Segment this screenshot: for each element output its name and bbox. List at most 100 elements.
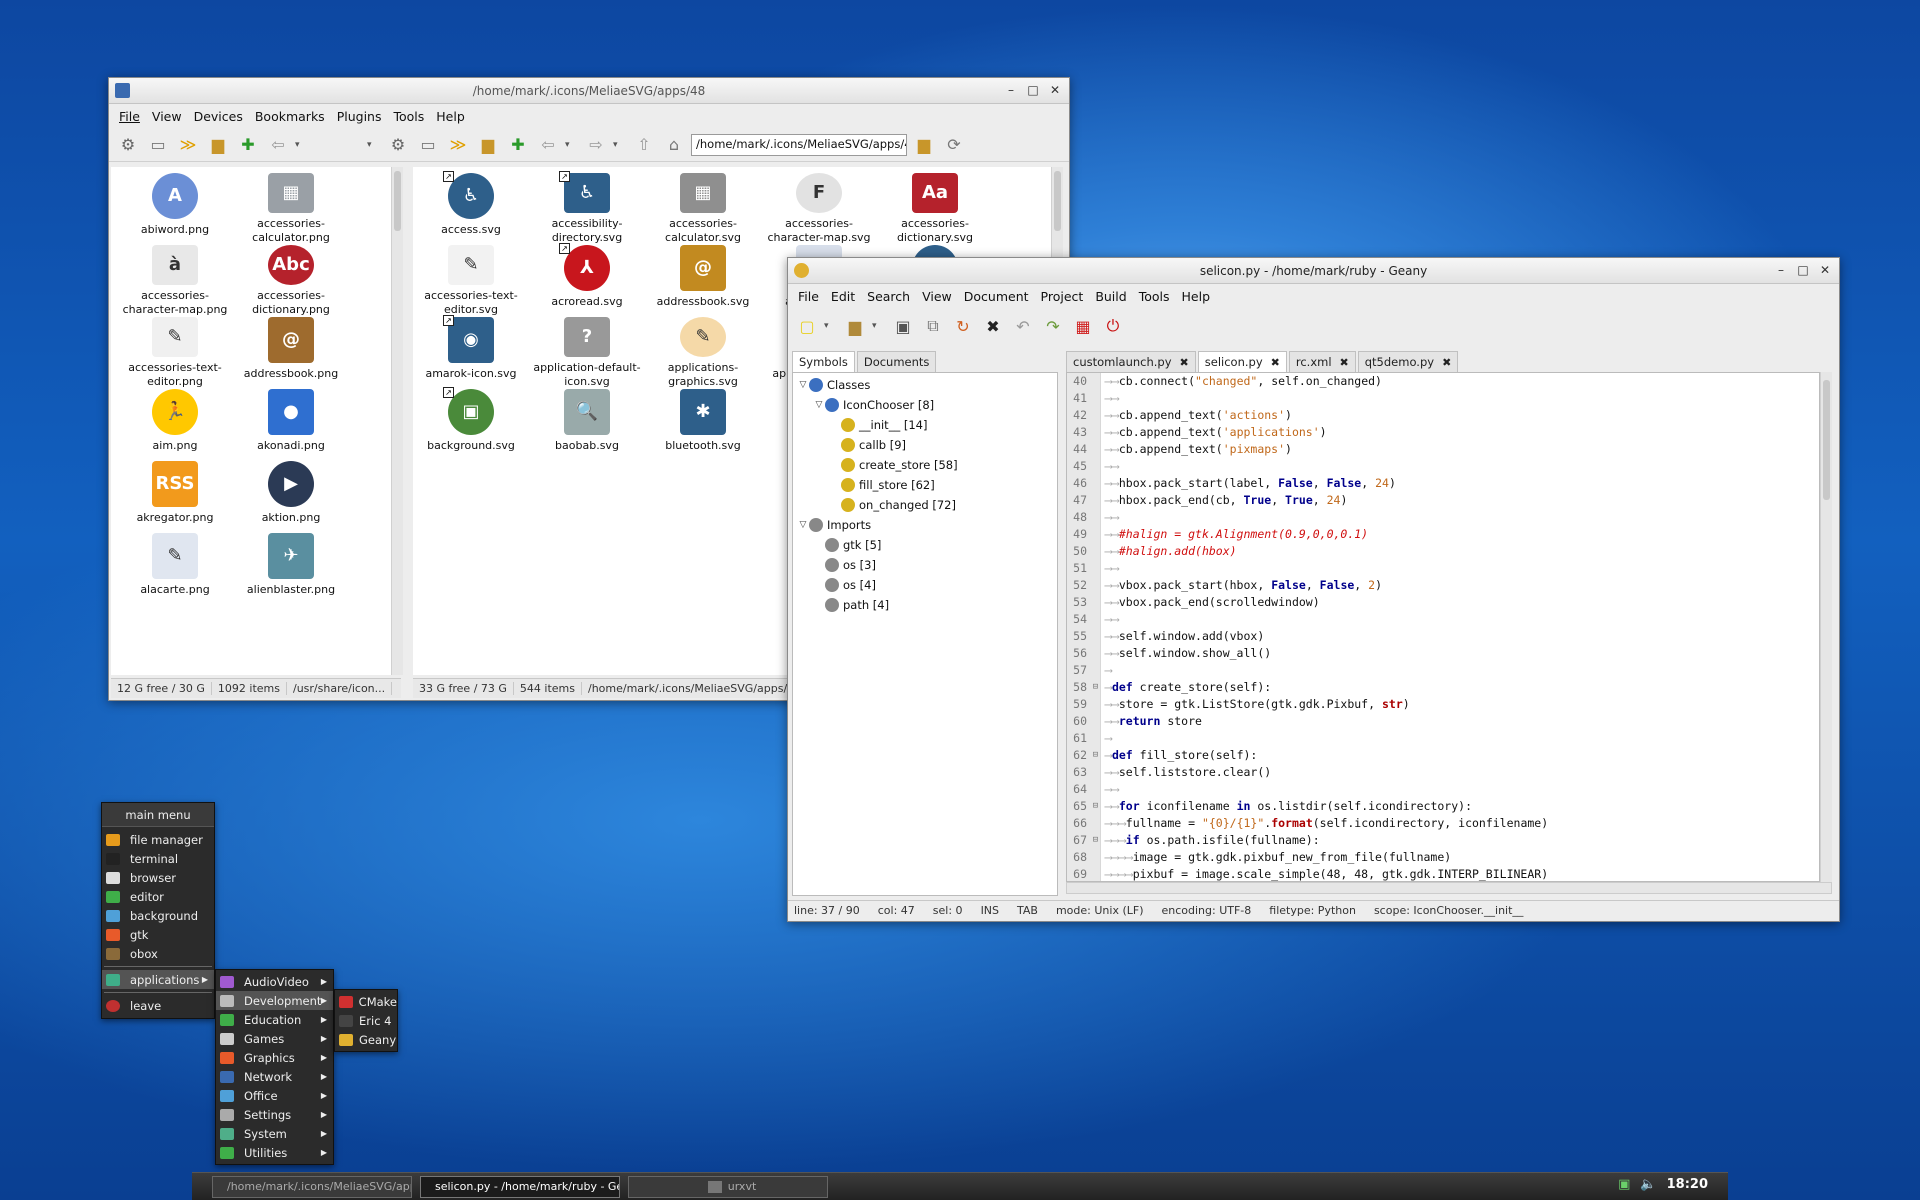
minimize-icon[interactable]: – [1003,81,1019,99]
reload-icon[interactable]: ↻ [950,313,976,339]
tab-document[interactable]: qt5demo.py ✖ [1357,351,1459,372]
menu-item[interactable]: file manager [102,830,214,849]
fold-marker[interactable]: ⊟ [1091,747,1101,764]
up-arrow-icon[interactable]: ⇧ [631,132,657,158]
geany-menu-help[interactable]: Help [1176,289,1217,304]
symbol-tree-item[interactable]: callb [9] [793,435,1057,455]
file-item[interactable]: ✈ alienblaster.png [233,533,349,605]
symbol-tree-item[interactable]: ▽ IconChooser [8] [793,395,1057,415]
close-icon[interactable]: ✖ [1271,356,1280,369]
geany-menu-edit[interactable]: Edit [825,289,861,304]
fm-menu-plugins[interactable]: Plugins [331,109,388,124]
gear-icon[interactable]: ⚙ [115,132,141,158]
tab-document[interactable]: selicon.py ✖ [1197,351,1287,372]
geany-menu-build[interactable]: Build [1089,289,1132,304]
home-icon[interactable]: ⌂ [661,132,687,158]
fold-marker[interactable] [1091,475,1101,492]
fold-marker[interactable] [1091,815,1101,832]
submenu-item[interactable]: Games ▶ [216,1029,333,1048]
forward-jump-icon[interactable]: ≫ [445,132,471,158]
editor-scrollbar[interactable] [1820,372,1832,882]
file-item[interactable]: ♿ ↗ accessibility-directory.svg [529,171,645,245]
fm-left-scrollbar[interactable] [391,167,403,675]
menu-item[interactable]: gtk [102,925,214,944]
menu-item[interactable]: background [102,906,214,925]
menu-item[interactable]: obox [102,944,214,963]
add-icon[interactable]: ✚ [505,132,531,158]
open-folder-icon[interactable]: ▆ [842,313,868,339]
symbol-tree-item[interactable]: os [4] [793,575,1057,595]
file-item[interactable]: ▶ aktion.png [233,461,349,533]
forward-jump-icon[interactable]: ≫ [175,132,201,158]
save-icon[interactable]: ▣ [890,313,916,339]
symbol-tree-item[interactable]: __init__ [14] [793,415,1057,435]
file-item[interactable]: Aabiword.png [117,173,233,245]
tab-documents[interactable]: Documents [856,351,937,372]
file-item[interactable]: ✎ accessories-text-editor.png [117,317,233,389]
quit-icon[interactable]: ⏻ [1100,313,1126,339]
symbol-tree-item[interactable]: gtk [5] [793,535,1057,555]
file-item[interactable]: à accessories-character-map.png [117,245,233,317]
fold-marker[interactable] [1091,526,1101,543]
tab-document[interactable]: customlaunch.py ✖ [1066,351,1196,372]
submenu-item[interactable]: Settings ▶ [216,1105,333,1124]
expander-icon[interactable]: ▽ [813,400,825,410]
fold-marker[interactable] [1091,390,1101,407]
file-item[interactable]: ✎ applications-graphics.svg [645,317,761,389]
add-icon[interactable]: ✚ [235,132,261,158]
back-arrow-icon[interactable]: ⇦ [265,132,291,158]
fold-marker[interactable] [1091,373,1101,390]
symbol-tree-item[interactable]: fill_store [62] [793,475,1057,495]
fold-marker[interactable] [1091,628,1101,645]
chevron-down-icon[interactable]: ▾ [565,140,579,150]
new-file-icon[interactable]: ▢ [794,313,820,339]
file-item[interactable]: ✎ alacarte.png [117,533,233,605]
file-item[interactable]: ● akonadi.png [233,389,349,461]
fold-marker[interactable] [1091,662,1101,679]
fold-marker[interactable] [1091,441,1101,458]
tab-symbols[interactable]: Symbols [792,351,855,372]
fold-marker[interactable] [1091,424,1101,441]
geany-menu-document[interactable]: Document [958,289,1035,304]
fold-marker[interactable] [1091,509,1101,526]
fold-marker[interactable] [1091,713,1101,730]
save-all-icon[interactable]: ⧉ [920,313,946,339]
menu-applications[interactable]: applications ▶ [102,970,214,989]
network-icon[interactable]: ▣ [1618,1177,1630,1192]
task-geany[interactable]: selicon.py - /home/mark/ruby - Geany [420,1175,620,1198]
file-item[interactable]: RSS akregator.png [117,461,233,533]
symbol-tree-item[interactable]: os [3] [793,555,1057,575]
minimize-icon[interactable]: – [1773,261,1789,279]
task-file-manager[interactable]: /home/mark/.icons/MeliaeSVG/apps/48 [212,1175,412,1198]
back-arrow-icon[interactable]: ⇦ [535,132,561,158]
chevron-down-icon[interactable]: ▾ [295,140,309,150]
location-input[interactable]: /home/mark/.icons/MeliaeSVG/apps/4 [691,133,907,156]
geany-menu-search[interactable]: Search [861,289,916,304]
file-item[interactable]: ✱ bluetooth.svg [645,389,761,461]
refresh-icon[interactable]: ⟳ [941,132,967,158]
symbol-tree-item[interactable]: ▽ Classes [793,375,1057,395]
editor-hscrollbar[interactable] [1066,882,1832,894]
submenu-item[interactable]: Network ▶ [216,1067,333,1086]
fold-marker[interactable] [1091,407,1101,424]
symbol-tree-item[interactable]: path [4] [793,595,1057,615]
fold-marker[interactable] [1091,781,1101,798]
fm-menu-view[interactable]: View [146,109,188,124]
expander-icon[interactable]: ▽ [797,380,809,390]
file-item[interactable]: Aa accessories-dictionary.svg [877,173,993,245]
color-chooser-icon[interactable]: ▦ [1070,313,1096,339]
chevron-down-icon[interactable]: ▾ [613,140,627,150]
menu-item[interactable]: editor [102,887,214,906]
file-item[interactable]: ▦ accessories-calculator.png [233,173,349,245]
fold-marker[interactable] [1091,458,1101,475]
close-file-icon[interactable]: ✖ [980,313,1006,339]
geany-menu-file[interactable]: File [792,289,825,304]
symbol-tree-item[interactable]: create_store [58] [793,455,1057,475]
close-icon[interactable]: ✖ [1442,356,1451,369]
geany-titlebar[interactable]: selicon.py - /home/mark/ruby - Geany – □ ✕ [788,258,1839,284]
file-item[interactable]: ▦ accessories-calculator.svg [645,173,761,245]
tab-document[interactable]: rc.xml ✖ [1288,351,1356,372]
volume-icon[interactable]: 🔈 [1640,1177,1656,1192]
symbol-tree-item[interactable]: ▽ Imports [793,515,1057,535]
file-item[interactable]: Faccessories-character-map.svg [761,173,877,245]
